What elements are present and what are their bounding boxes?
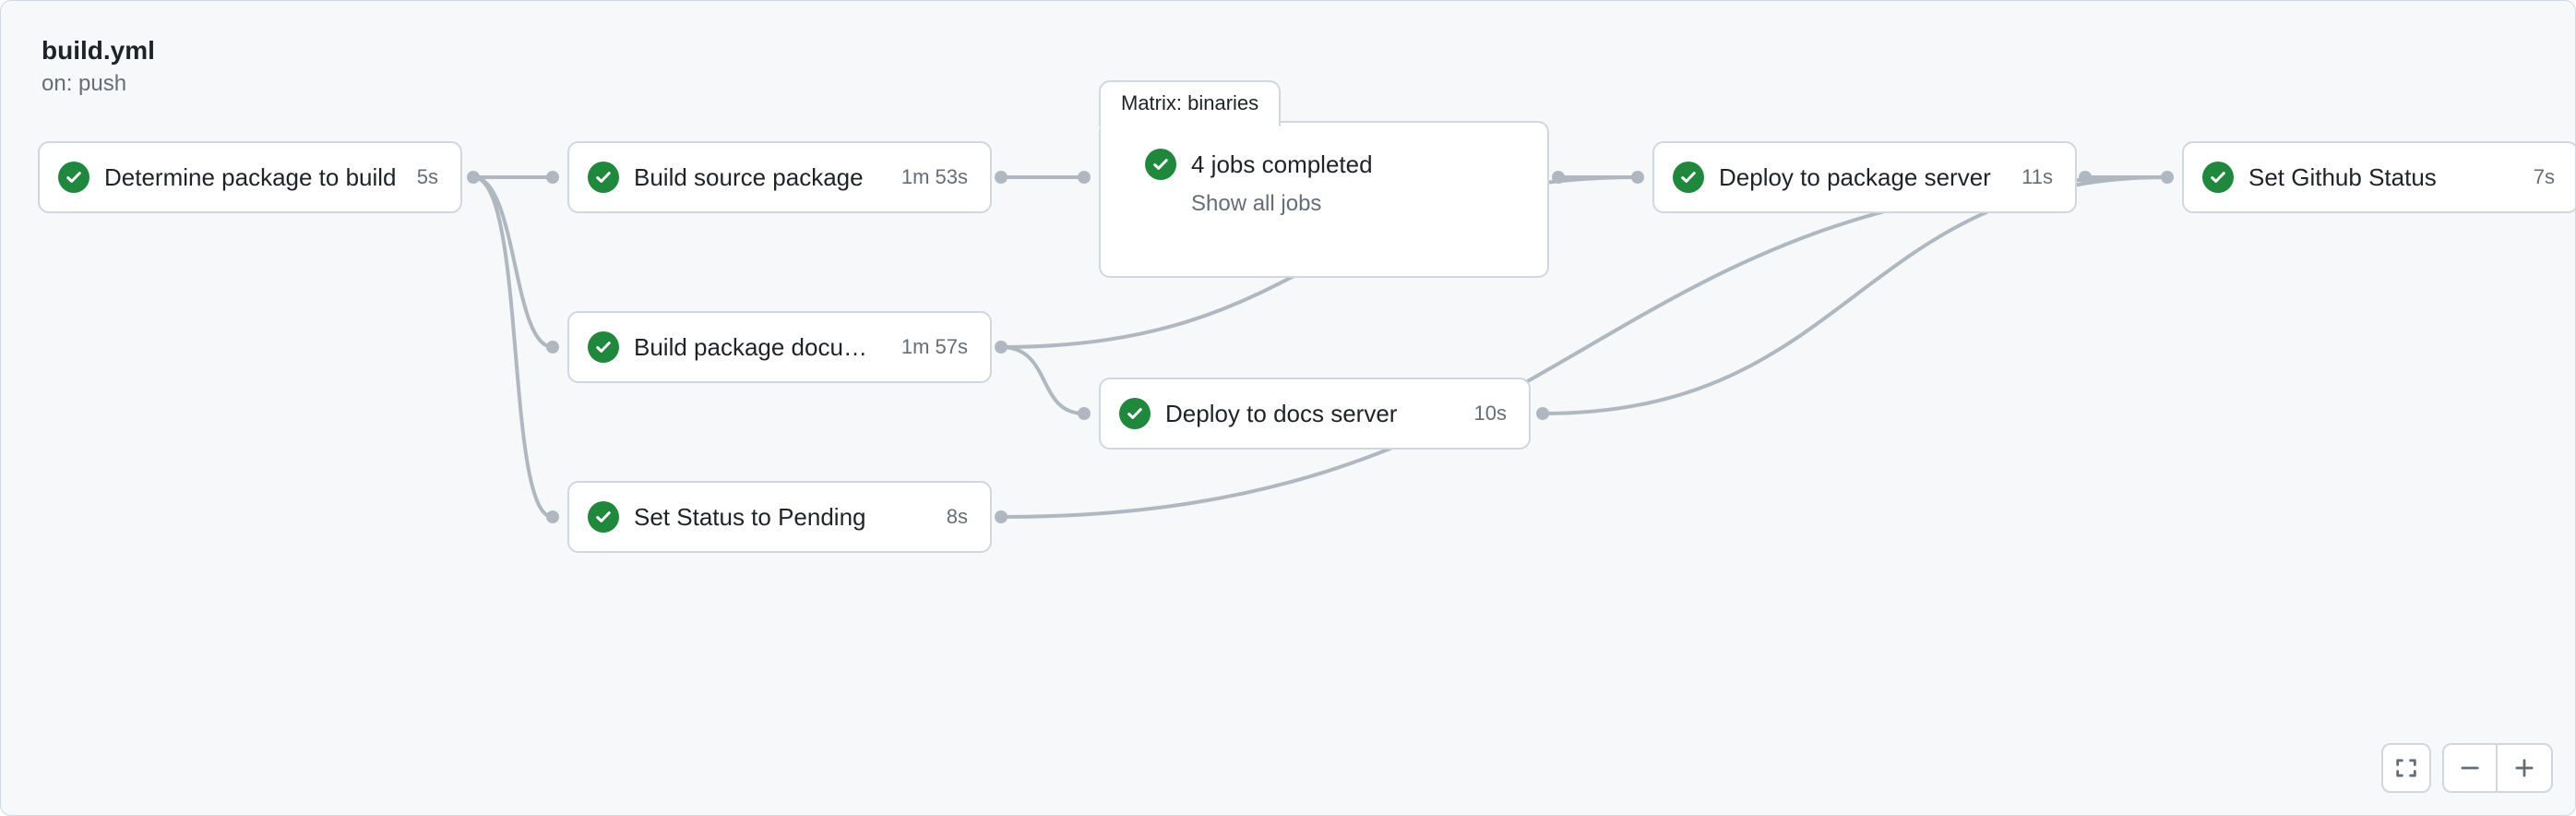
fit-to-screen-button[interactable] bbox=[2381, 743, 2431, 793]
graph-controls bbox=[2381, 743, 2553, 793]
job-build-docs[interactable]: Build package docume... 1m 57s bbox=[567, 311, 992, 383]
matrix-show-all-link[interactable]: Show all jobs bbox=[1101, 187, 1547, 245]
job-determine-package[interactable]: Determine package to build 5s bbox=[38, 141, 462, 213]
job-deploy-docs[interactable]: Deploy to docs server 10s bbox=[1099, 378, 1531, 450]
job-build-source[interactable]: Build source package 1m 53s bbox=[567, 141, 992, 213]
port-in bbox=[2161, 171, 2174, 184]
job-matrix-binaries[interactable]: Matrix: binaries 4 jobs completed Show a… bbox=[1099, 121, 1549, 278]
matrix-summary: 4 jobs completed bbox=[1191, 150, 1373, 179]
plus-icon bbox=[2511, 755, 2537, 781]
workflow-graph-canvas: build.yml on: push Deter bbox=[0, 0, 2576, 816]
zoom-in-button[interactable] bbox=[2498, 745, 2551, 791]
job-duration: 8s bbox=[947, 505, 968, 529]
success-check-icon bbox=[2202, 162, 2234, 193]
job-duration: 1m 57s bbox=[901, 335, 968, 359]
zoom-controls bbox=[2442, 743, 2553, 793]
job-label: Deploy to package server bbox=[1719, 163, 2005, 192]
success-check-icon bbox=[1145, 149, 1176, 180]
workflow-trigger: on: push bbox=[42, 71, 155, 97]
port-out bbox=[1536, 407, 1549, 420]
port-out bbox=[995, 510, 1008, 523]
job-label: Build source package bbox=[634, 163, 885, 192]
port-in bbox=[1078, 171, 1091, 184]
success-check-icon bbox=[1119, 398, 1151, 429]
job-label: Set Github Status bbox=[2248, 163, 2517, 192]
job-duration: 11s bbox=[2021, 165, 2053, 189]
job-label: Build package docume... bbox=[634, 333, 885, 362]
job-deploy-pkg-server[interactable]: Deploy to package server 11s bbox=[1652, 141, 2077, 213]
minus-icon bbox=[2457, 755, 2483, 781]
job-set-github-status[interactable]: Set Github Status 7s bbox=[2182, 141, 2576, 213]
job-duration: 7s bbox=[2534, 165, 2555, 189]
fullscreen-icon bbox=[2393, 755, 2419, 781]
port-out bbox=[995, 341, 1008, 354]
port-in bbox=[1078, 407, 1091, 420]
job-duration: 1m 53s bbox=[901, 165, 968, 189]
success-check-icon bbox=[58, 162, 89, 193]
port-out bbox=[1552, 171, 1565, 184]
success-check-icon bbox=[1673, 162, 1704, 193]
job-duration: 10s bbox=[1474, 402, 1507, 426]
port-in bbox=[546, 341, 559, 354]
port-in bbox=[546, 510, 559, 523]
matrix-tab-label: Matrix: binaries bbox=[1099, 80, 1281, 126]
zoom-out-button[interactable] bbox=[2444, 745, 2498, 791]
job-label: Set Status to Pending bbox=[634, 503, 930, 532]
success-check-icon bbox=[588, 162, 619, 193]
job-duration: 5s bbox=[417, 165, 438, 189]
port-out bbox=[2079, 171, 2092, 184]
job-label: Determine package to build bbox=[104, 163, 400, 192]
port-in bbox=[1631, 171, 1644, 184]
port-in bbox=[546, 171, 559, 184]
port-out bbox=[467, 171, 480, 184]
job-label: Deploy to docs server bbox=[1165, 400, 1458, 428]
port-out bbox=[995, 171, 1008, 184]
job-set-pending[interactable]: Set Status to Pending 8s bbox=[567, 481, 992, 553]
success-check-icon bbox=[588, 501, 619, 533]
success-check-icon bbox=[588, 331, 619, 363]
workflow-title: build.yml bbox=[42, 36, 155, 66]
workflow-header: build.yml on: push bbox=[42, 36, 155, 97]
